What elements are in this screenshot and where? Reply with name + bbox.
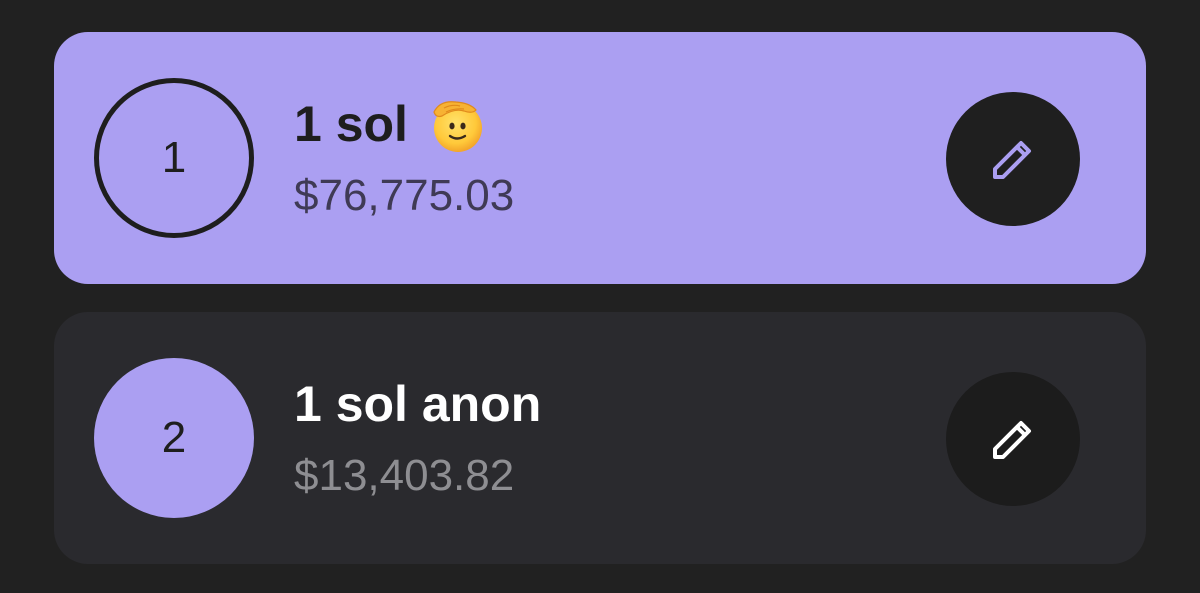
edit-account-button[interactable]	[946, 92, 1080, 226]
account-card-1[interactable]: 1 1 sol $76,775.03	[54, 32, 1146, 284]
account-index-badge: 1	[94, 78, 254, 238]
account-name-row: 1 sol	[294, 94, 486, 154]
pencil-icon	[993, 141, 1031, 179]
account-card-2[interactable]: 2 1 sol anon $13,403.82	[54, 312, 1146, 564]
account-name: 1 sol anon	[294, 376, 542, 432]
saluting-face-emoji-icon	[433, 101, 482, 152]
account-index-badge: 2	[94, 358, 254, 518]
account-balance: $13,403.82	[294, 451, 515, 500]
account-name-row: 1 sol anon	[294, 374, 541, 434]
account-balance: $76,775.03	[294, 171, 515, 220]
account-list: 1 1 sol $76,775.03 2 1 sol anon $13,403.…	[0, 0, 1200, 593]
account-index: 2	[161, 413, 187, 462]
pencil-icon	[993, 421, 1031, 459]
edit-account-button[interactable]	[946, 372, 1080, 506]
account-index: 1	[161, 133, 187, 182]
account-name: 1 sol	[294, 96, 408, 152]
